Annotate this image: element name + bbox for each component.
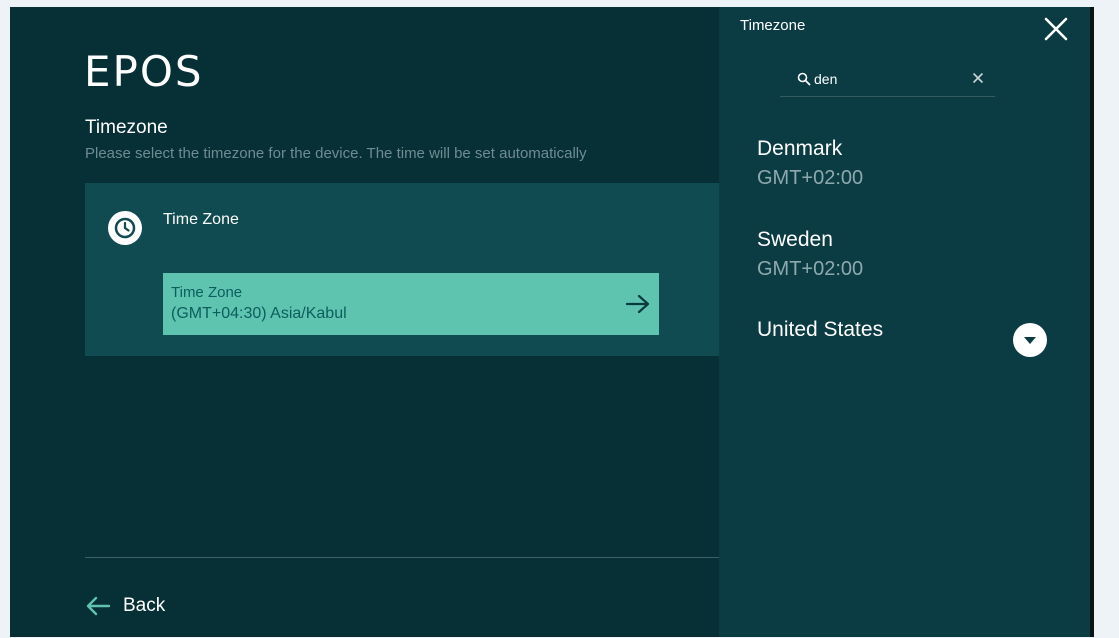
screen-edge xyxy=(1090,7,1094,637)
result-offset: GMT+02:00 xyxy=(757,258,864,280)
page-title: Timezone xyxy=(85,117,168,138)
result-name: Denmark xyxy=(757,137,843,160)
result-offset: GMT+02:00 xyxy=(757,167,864,189)
timezone-button-value: (GMT+04:30) Asia/Kabul xyxy=(171,305,347,322)
device-screen: EPOS Timezone Please select the timezone… xyxy=(10,7,1090,637)
timezone-select-button[interactable]: Time Zone (GMT+04:30) Asia/Kabul xyxy=(163,273,659,335)
search-icon xyxy=(797,72,811,86)
page-description: Please select the timezone for the devic… xyxy=(85,145,587,162)
timezone-button-label: Time Zone xyxy=(171,284,243,301)
arrow-left-icon xyxy=(86,596,111,616)
close-icon[interactable] xyxy=(1042,15,1070,43)
result-name: Sweden xyxy=(757,228,833,251)
back-button[interactable]: Back xyxy=(85,592,165,620)
epos-logo: EPOS xyxy=(84,47,204,96)
arrow-right-icon xyxy=(625,294,650,314)
clock-icon xyxy=(108,211,142,245)
timezone-panel: Timezone Denmark GMT+02:00 Sweden GMT+02… xyxy=(719,7,1090,637)
back-label: Back xyxy=(123,595,166,616)
divider xyxy=(85,557,725,558)
panel-title: Timezone xyxy=(740,17,806,34)
clear-icon[interactable] xyxy=(971,71,985,85)
card-label: Time Zone xyxy=(163,211,239,228)
chevron-down-icon[interactable] xyxy=(1013,323,1047,357)
result-item-sweden[interactable]: Sweden GMT+02:00 xyxy=(757,228,1067,281)
search-input[interactable] xyxy=(814,68,964,90)
result-item-denmark[interactable]: Denmark GMT+02:00 xyxy=(757,137,1067,190)
timezone-card: Time Zone Time Zone (GMT+04:30) Asia/Kab… xyxy=(85,183,785,356)
search-box xyxy=(780,62,995,97)
